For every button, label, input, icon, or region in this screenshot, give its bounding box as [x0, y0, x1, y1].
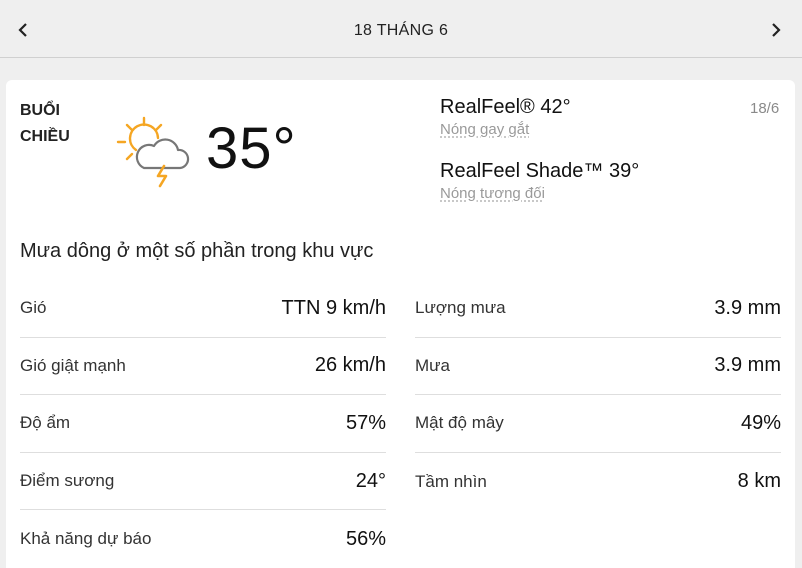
detail-row-humidity: Độ ẩm 57%	[20, 395, 386, 453]
period-label: BUỔI CHIỀU	[20, 102, 70, 145]
detail-label: Mật độ mây	[415, 413, 504, 433]
detail-value: 56%	[345, 527, 386, 550]
short-date: 18/6	[750, 100, 780, 117]
detail-label: Mưa	[415, 355, 450, 375]
detail-label: Độ ẩm	[20, 413, 71, 433]
detail-label: Lượng mưa	[415, 298, 506, 318]
detail-label: Tầm nhìn	[415, 471, 487, 491]
detail-row-cloud-cover: Mật độ mây 49%	[415, 395, 781, 453]
next-day-button[interactable]	[764, 18, 788, 42]
detail-value: 24°	[355, 469, 386, 492]
detail-value: 26 km/h	[314, 354, 386, 377]
detail-value: 3.9 mm	[714, 296, 781, 319]
date-navigation-bar: 18 THÁNG 6	[0, 0, 802, 58]
realfeel-shade-label: RealFeel Shade™ 39°	[440, 160, 640, 182]
realfeel-shade-description[interactable]: Nóng tương đối	[440, 184, 639, 204]
details-right-column: Lượng mưa 3.9 mm Mưa 3.9 mm Mật độ mây 4…	[415, 280, 781, 510]
realfeel-shade-block: RealFeel Shade™ 39° Nóng tương đối	[440, 158, 639, 204]
detail-row-probability: Khả năng dự báo 56%	[20, 510, 386, 568]
detail-label: Khả năng dự báo	[20, 529, 152, 549]
forecast-card: BUỔI CHIỀU 35° RealFeel® 42° Nóng gay gắ…	[6, 80, 795, 568]
detail-row-rain: Mưa 3.9 mm	[415, 338, 781, 396]
realfeel-block: RealFeel® 42° Nóng gay gắt	[440, 94, 571, 140]
detail-value: TTN 9 km/h	[281, 296, 386, 319]
date-title: 18 THÁNG 6	[353, 22, 449, 39]
detail-value: 3.9 mm	[714, 354, 781, 377]
detail-row-wind-gust: Gió giật mạnh 26 km/h	[20, 338, 386, 396]
realfeel-description[interactable]: Nóng gay gắt	[440, 120, 571, 140]
partly-sunny-thunderstorm-icon	[116, 116, 190, 188]
detail-row-precipitation: Lượng mưa 3.9 mm	[415, 280, 781, 338]
detail-row-dew-point: Điểm sương 24°	[20, 453, 386, 511]
detail-label: Điểm sương	[20, 471, 115, 491]
details-left-column: Gió TTN 9 km/h Gió giật mạnh 26 km/h Độ …	[20, 280, 386, 568]
detail-value: 8 km	[737, 470, 781, 493]
chevron-right-icon	[772, 23, 781, 37]
detail-value: 57%	[345, 411, 386, 434]
detail-row-wind: Gió TTN 9 km/h	[20, 280, 386, 338]
weather-phrase: Mưa dông ở một số phần trong khu vực	[20, 240, 374, 262]
detail-value: 49%	[740, 411, 781, 434]
realfeel-label: RealFeel® 42°	[440, 96, 571, 118]
detail-label: Gió giật mạnh	[20, 355, 126, 375]
temperature-value: 35°	[206, 116, 297, 181]
detail-label: Gió	[20, 298, 47, 318]
detail-row-visibility: Tầm nhìn 8 km	[415, 453, 781, 511]
